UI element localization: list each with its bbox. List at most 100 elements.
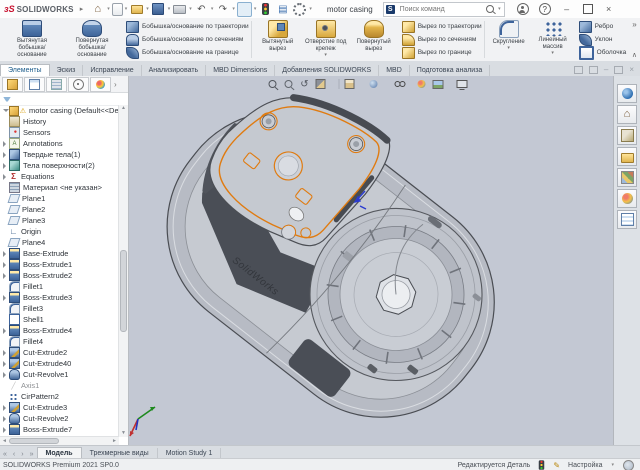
tree-item[interactable]: History bbox=[0, 116, 119, 127]
tree-item[interactable]: motor casing (Default<<Defa bbox=[0, 105, 119, 116]
rebuild-button[interactable] bbox=[258, 2, 273, 17]
search-input[interactable] bbox=[398, 5, 483, 14]
headsup-icon[interactable] bbox=[299, 78, 311, 90]
task-pane-button[interactable] bbox=[617, 126, 637, 145]
command-tab[interactable]: Добавления SOLIDWORKS bbox=[275, 65, 379, 76]
doc-close-button[interactable]: × bbox=[629, 65, 634, 74]
tree-item[interactable]: Sensors bbox=[0, 127, 119, 138]
tree-item[interactable]: Fillet3 bbox=[0, 303, 119, 314]
ribbon-overflow-button[interactable]: » bbox=[632, 20, 636, 29]
scroll-right-arrow[interactable]: ► bbox=[110, 438, 119, 444]
tree-item[interactable]: Shell1 bbox=[0, 314, 119, 325]
quick-access-icon[interactable] bbox=[129, 2, 144, 17]
dropdown-caret-icon[interactable]: ▾ bbox=[107, 6, 110, 12]
ribbon-big-button[interactable]: Повернутый вырез bbox=[351, 19, 397, 60]
tree-item[interactable]: Тела поверхности(2) bbox=[0, 160, 119, 171]
ribbon-big-button[interactable]: Отверстие под крепеж bbox=[303, 19, 349, 60]
command-tab[interactable]: Эскиз bbox=[50, 65, 84, 76]
scroll-down-arrow[interactable]: ▼ bbox=[121, 430, 126, 437]
tree-item[interactable]: CirPattern2 bbox=[0, 391, 119, 402]
task-pane-button[interactable] bbox=[617, 105, 637, 124]
task-pane-button[interactable] bbox=[617, 84, 637, 103]
headsup-icon[interactable] bbox=[315, 78, 327, 90]
customize-label[interactable]: Настройка bbox=[568, 462, 602, 469]
tree-item[interactable]: Equations bbox=[0, 171, 119, 182]
headsup-icon[interactable] bbox=[472, 78, 476, 90]
doc-maximize-button[interactable] bbox=[614, 66, 623, 74]
search-icon[interactable] bbox=[486, 5, 494, 13]
command-search[interactable]: S ▾ bbox=[383, 2, 505, 17]
login-person-icon[interactable] bbox=[517, 3, 529, 15]
menu-flyout-arrow[interactable]: ▸ bbox=[80, 5, 84, 13]
model-3d[interactable]: SolidWorks bbox=[129, 76, 613, 445]
vertical-scroll-thumb[interactable] bbox=[120, 250, 127, 332]
ribbon-big-button[interactable]: Повернутая бобышка/основание bbox=[63, 19, 121, 60]
tree-horizontal-scrollbar[interactable]: ◄ ► bbox=[0, 436, 119, 445]
tree-item[interactable]: Fillet4 bbox=[0, 336, 119, 347]
tree-item[interactable]: Boss-Extrude4 bbox=[0, 325, 119, 336]
ribbon-big-button[interactable]: Линейный массив bbox=[532, 19, 574, 60]
ribbon-stack-item[interactable]: Вырез по сечениям bbox=[402, 34, 482, 46]
quick-access-icon[interactable] bbox=[215, 2, 230, 17]
tree-item[interactable]: Annotations bbox=[0, 138, 119, 149]
ribbon-big-button[interactable]: Вытянутый вырез bbox=[255, 19, 301, 60]
minimize-button[interactable]: – bbox=[561, 4, 573, 14]
command-tab[interactable]: MBD Dimensions bbox=[206, 65, 275, 76]
tree-item[interactable]: Plane1 bbox=[0, 193, 119, 204]
tree-item[interactable]: Boss-Extrude1 bbox=[0, 259, 119, 270]
tree-item[interactable]: Boss-Extrude7 bbox=[0, 424, 119, 435]
ribbon-stack-item[interactable]: Бобышка/основание по траектории bbox=[126, 21, 249, 33]
ribbon-stack-item[interactable]: Бобышка/основание на границе bbox=[126, 47, 249, 59]
ribbon-stack-item[interactable]: Вырез по границе bbox=[402, 47, 482, 59]
tree-vertical-scrollbar[interactable]: ▲ ▼ bbox=[118, 105, 128, 437]
tree-item[interactable]: Cut-Extrude40 bbox=[0, 358, 119, 369]
tree-item[interactable]: Cut-Revolve2 bbox=[0, 413, 119, 424]
quick-access-icon[interactable] bbox=[112, 3, 123, 16]
dropdown-caret-icon[interactable]: ▾ bbox=[146, 6, 149, 12]
command-tab[interactable]: MBD bbox=[379, 65, 410, 76]
scroll-left-arrow[interactable]: ◄ bbox=[0, 438, 9, 444]
ribbon-big-button[interactable]: Скругление bbox=[488, 19, 530, 60]
doc-minimize-button[interactable]: – bbox=[604, 65, 608, 74]
quick-access-icon[interactable] bbox=[151, 2, 166, 17]
tree-item[interactable]: Твердые тела(1) bbox=[0, 149, 119, 160]
tree-item[interactable]: Base-Extrude bbox=[0, 248, 119, 259]
panel-tab[interactable] bbox=[2, 77, 23, 92]
graphics-viewport[interactable]: SolidWorks bbox=[129, 76, 613, 445]
quick-access-icon[interactable] bbox=[90, 2, 105, 17]
doc-restore-icon[interactable] bbox=[589, 66, 598, 74]
tree-item[interactable]: Cut-Revolve1 bbox=[0, 369, 119, 380]
headsup-icon[interactable] bbox=[456, 78, 468, 90]
panel-tab[interactable] bbox=[46, 77, 67, 92]
headsup-icon[interactable] bbox=[408, 78, 412, 90]
select-cursor-button[interactable] bbox=[237, 2, 252, 17]
headsup-icon[interactable] bbox=[331, 78, 335, 90]
command-tab[interactable]: Исправление bbox=[83, 65, 141, 76]
dropdown-caret-icon[interactable]: ▾ bbox=[168, 6, 171, 12]
panel-flyout-chevron[interactable]: › bbox=[114, 80, 117, 89]
dropdown-caret-icon[interactable]: ▾ bbox=[211, 6, 214, 12]
dropdown-caret-icon[interactable]: ▾ bbox=[254, 6, 257, 12]
quick-access-icon[interactable] bbox=[194, 2, 209, 17]
customize-caret-icon[interactable]: ▾ bbox=[611, 462, 614, 468]
tree-item[interactable]: Материал <не указан> bbox=[0, 182, 119, 193]
tree-item[interactable]: Plane2 bbox=[0, 204, 119, 215]
tree-item[interactable]: Origin bbox=[0, 226, 119, 237]
headsup-icon[interactable] bbox=[384, 78, 388, 90]
file-properties-button[interactable] bbox=[275, 2, 290, 17]
command-tab[interactable]: Элементы bbox=[0, 64, 50, 76]
tree-item[interactable]: Plane3 bbox=[0, 215, 119, 226]
headsup-icon[interactable] bbox=[283, 78, 295, 90]
ribbon-stack-item[interactable]: Оболочка bbox=[579, 47, 627, 59]
headsup-icon[interactable] bbox=[432, 78, 444, 90]
headsup-icon[interactable] bbox=[448, 78, 452, 90]
dropdown-caret-icon[interactable]: ▾ bbox=[309, 6, 312, 12]
dropdown-caret-icon[interactable]: ▾ bbox=[189, 6, 192, 12]
ribbon-stack-item[interactable]: Бобышка/основание по сечениям bbox=[126, 34, 249, 46]
panel-tab[interactable] bbox=[24, 77, 45, 92]
options-gear-icon[interactable] bbox=[292, 2, 307, 17]
command-tab[interactable]: Подготовка анализа bbox=[410, 65, 491, 76]
tree-item[interactable]: Fillet1 bbox=[0, 281, 119, 292]
dropdown-caret-icon[interactable]: ▾ bbox=[232, 6, 235, 12]
scroll-up-arrow[interactable]: ▲ bbox=[121, 105, 126, 112]
